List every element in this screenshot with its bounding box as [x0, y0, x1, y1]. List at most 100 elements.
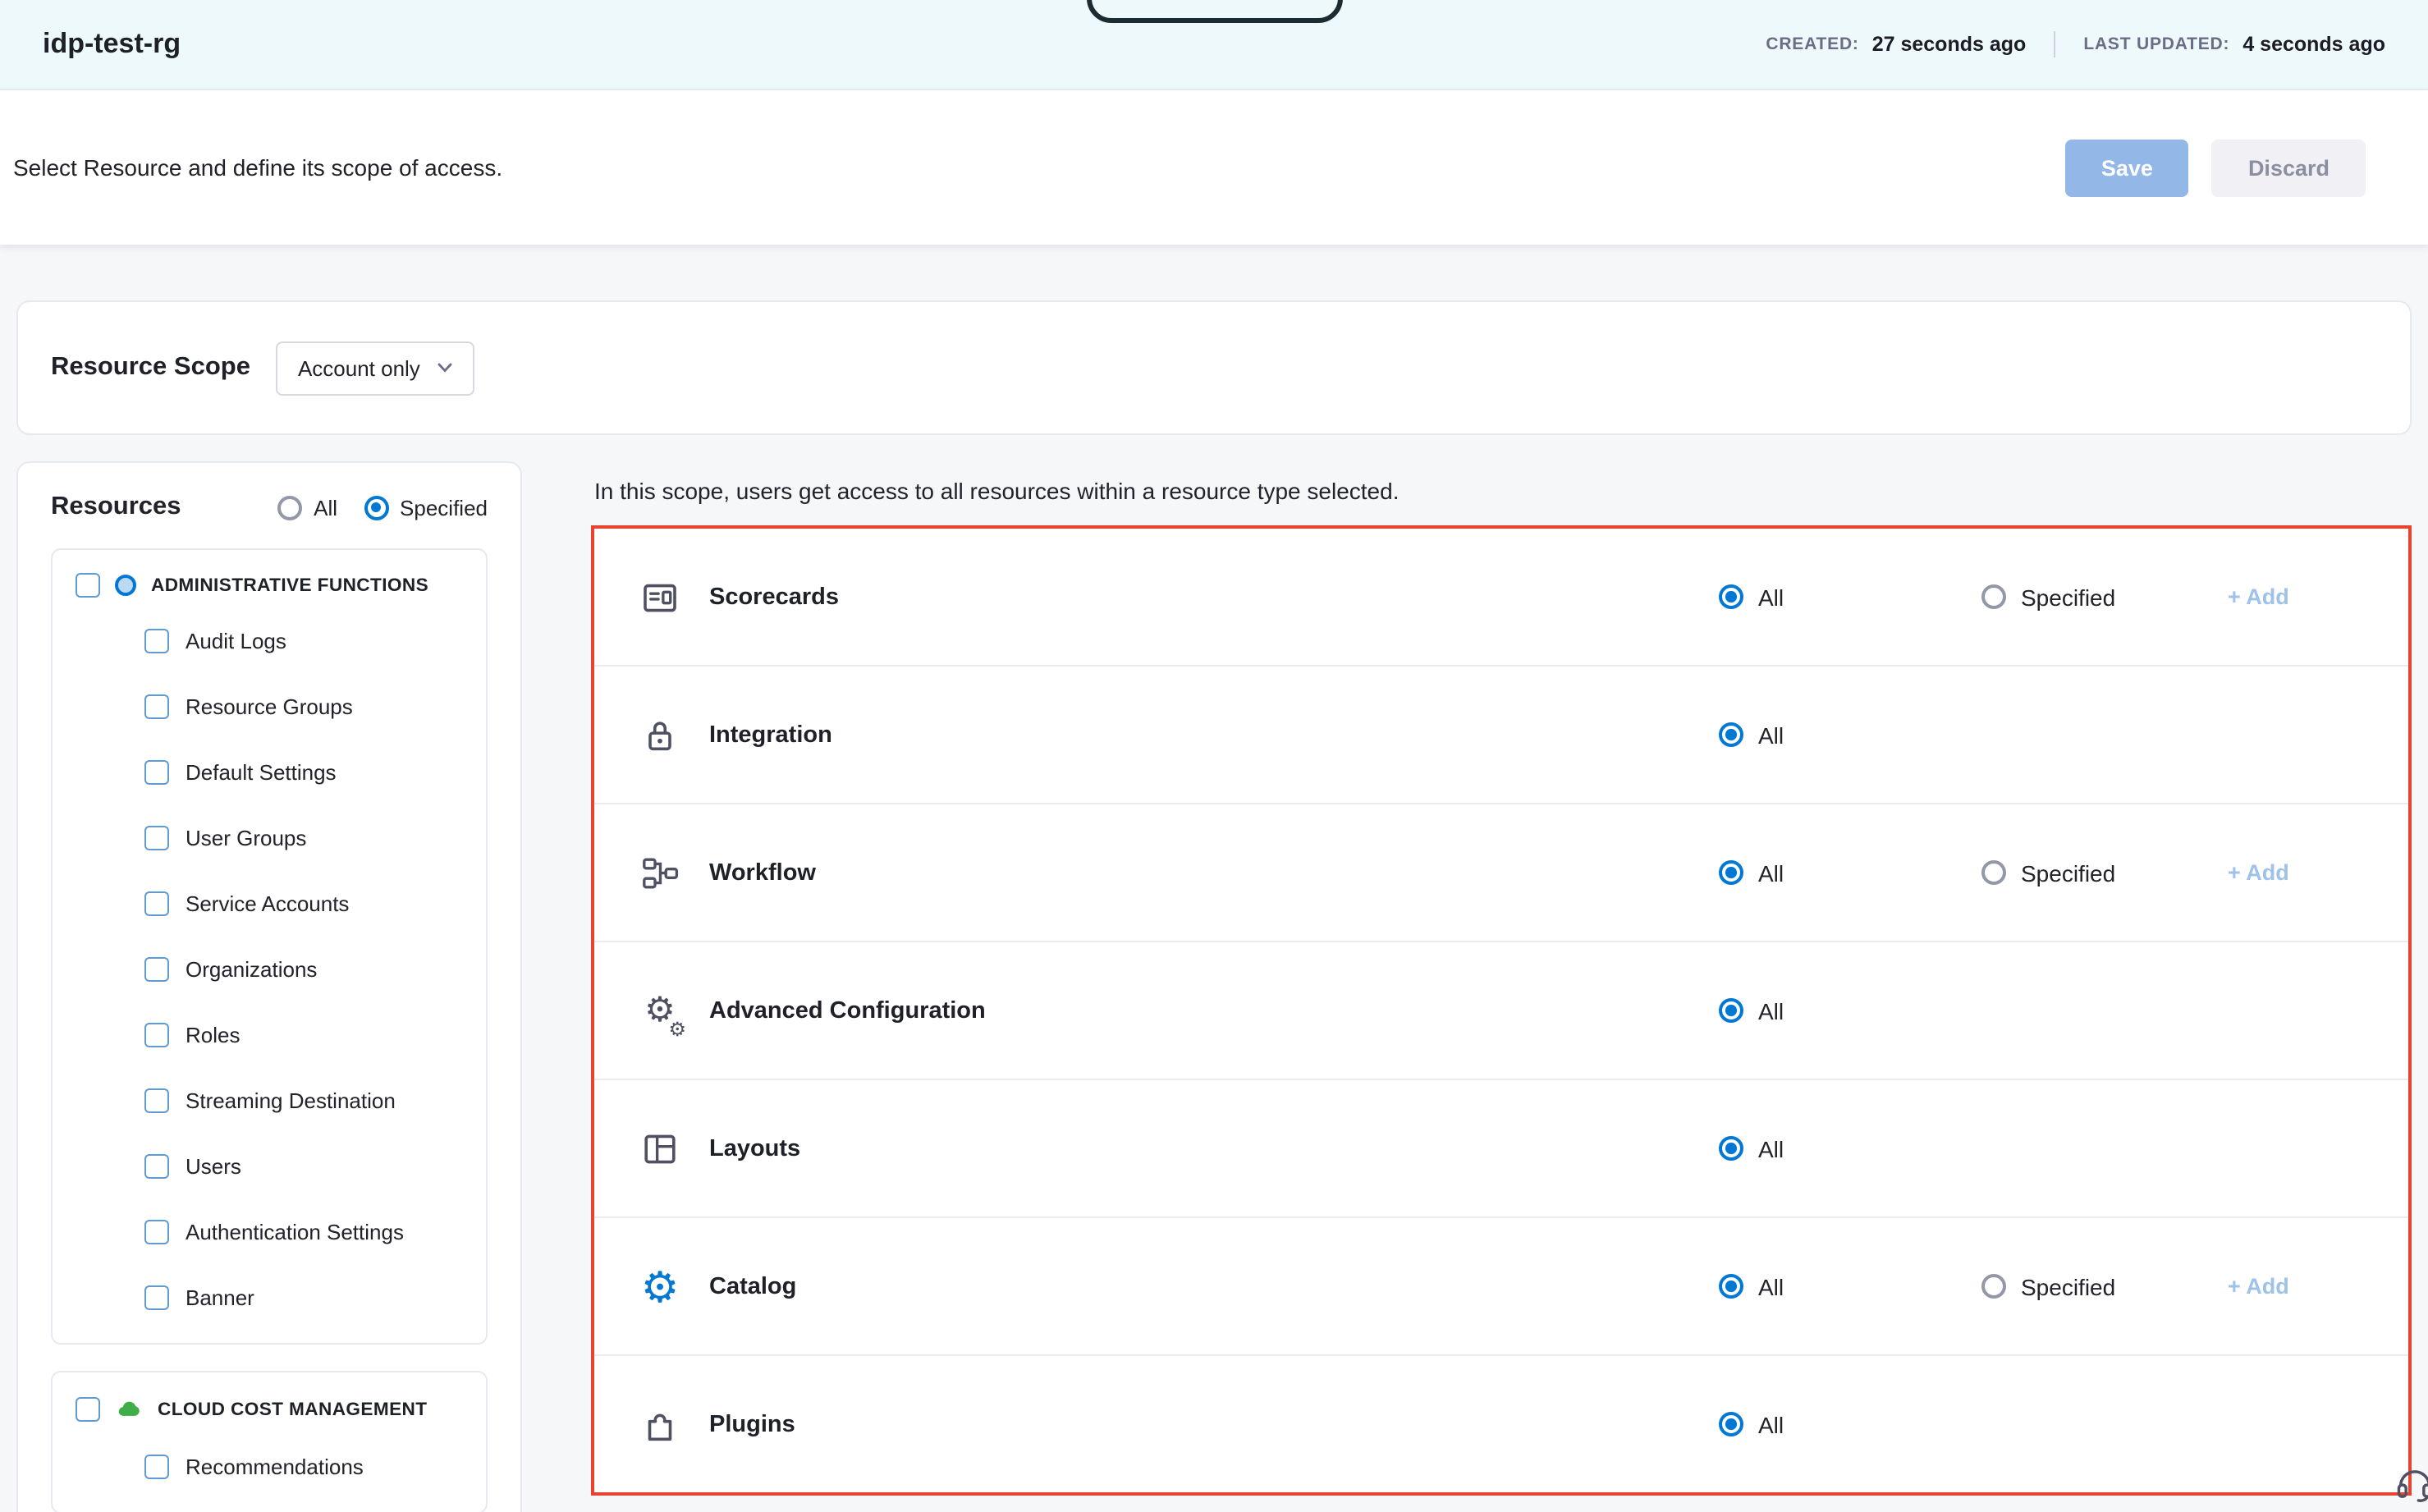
specified-label: Specified [2021, 1273, 2115, 1299]
add-button[interactable]: + Add [2228, 1274, 2289, 1299]
resource-item-label: Users [186, 1153, 241, 1178]
checkbox[interactable] [144, 694, 169, 718]
scope-dropdown[interactable]: Account only [277, 341, 474, 395]
discard-button[interactable]: Discard [2212, 139, 2366, 196]
specified-label: Specified [2021, 859, 2115, 886]
resource-name: Layouts [709, 1135, 1719, 1161]
resource-item-streaming-destination[interactable]: Streaming Destination [53, 1067, 486, 1133]
group-checkbox[interactable] [76, 1397, 100, 1422]
resource-item-user-groups[interactable]: User Groups [53, 804, 486, 870]
cloud-cost-icon [115, 1395, 143, 1423]
all-label: All [1758, 1135, 1784, 1161]
all-radio[interactable] [1719, 1136, 1743, 1161]
workflow-icon [637, 850, 683, 896]
resource-name: Catalog [709, 1273, 1719, 1299]
specified-radio[interactable] [1981, 860, 2006, 885]
created-label: CREATED: [1766, 34, 1858, 54]
all-radio[interactable] [1719, 1274, 1743, 1299]
administrative-functions-icon [115, 575, 136, 596]
catalog-gear-icon: ⚙ [637, 1263, 683, 1309]
resource-name: Integration [709, 722, 1719, 748]
resource-row-catalog: ⚙ Catalog All Specified + Add [594, 1218, 2408, 1356]
checkbox[interactable] [144, 956, 169, 981]
scope-detail: In this scope, users get access to all r… [591, 461, 2412, 1496]
add-button[interactable]: + Add [2228, 860, 2289, 885]
group-header[interactable]: ADMINISTRATIVE FUNCTIONS [53, 573, 486, 607]
resources-specified-option[interactable]: Specified [364, 495, 488, 520]
specified-radio-label: Specified [400, 495, 488, 520]
all-label: All [1758, 1411, 1784, 1437]
resource-item-label: Resource Groups [186, 694, 353, 718]
all-label: All [1758, 859, 1784, 886]
resource-item-label: Recommendations [186, 1454, 364, 1478]
resource-item-service-accounts[interactable]: Service Accounts [53, 870, 486, 936]
checkbox[interactable] [144, 1219, 169, 1244]
all-radio[interactable] [1719, 1412, 1743, 1436]
gear-icon: ⚙ [641, 1265, 680, 1308]
all-radio[interactable] [1719, 584, 1743, 609]
resource-row-advanced-configuration: ⚙ ⚙ Advanced Configuration All [594, 942, 2408, 1080]
checkbox[interactable] [144, 825, 169, 850]
resource-item-resource-groups[interactable]: Resource Groups [53, 673, 486, 739]
all-radio[interactable] [277, 495, 302, 520]
resource-item-label: Audit Logs [186, 628, 286, 653]
notification-pill [1086, 0, 1342, 23]
all-radio-label: All [314, 495, 337, 520]
content-area: Resources All Specified ADMINISTRATIVE F… [16, 461, 2412, 1512]
resource-name: Scorecards [709, 584, 1719, 610]
integration-lock-icon [637, 712, 683, 758]
resource-item-default-settings[interactable]: Default Settings [53, 739, 486, 804]
checkbox[interactable] [144, 1153, 169, 1178]
resource-group-administrative-functions: ADMINISTRATIVE FUNCTIONS Audit Logs Reso… [51, 548, 488, 1345]
resource-item-authentication-settings[interactable]: Authentication Settings [53, 1198, 486, 1264]
group-label: CLOUD COST MANAGEMENT [158, 1400, 427, 1419]
group-checkbox[interactable] [76, 573, 100, 598]
toolbar-description: Select Resource and define its scope of … [13, 154, 502, 181]
resource-item-organizations[interactable]: Organizations [53, 936, 486, 1001]
checkbox[interactable] [144, 1088, 169, 1112]
checkbox[interactable] [144, 891, 169, 915]
layouts-icon [637, 1125, 683, 1171]
divider [2054, 31, 2055, 57]
checkbox[interactable] [144, 759, 169, 784]
resource-group-cloud-cost-management: CLOUD COST MANAGEMENT Recommendations [51, 1371, 488, 1512]
resource-item-label: Default Settings [186, 759, 337, 784]
app-window: idp-test-rg CREATED: 27 seconds ago LAST… [0, 0, 2428, 1512]
all-radio[interactable] [1719, 860, 1743, 885]
add-button[interactable]: + Add [2228, 584, 2289, 609]
save-button[interactable]: Save [2065, 139, 2189, 196]
resource-item-users[interactable]: Users [53, 1133, 486, 1198]
resource-name: Advanced Configuration [709, 997, 1719, 1024]
resource-item-label: Authentication Settings [186, 1219, 404, 1244]
created-value: 27 seconds ago [1872, 33, 2027, 56]
specified-radio[interactable] [1981, 1274, 2006, 1299]
chevron-down-icon [437, 360, 453, 376]
resource-item-roles[interactable]: Roles [53, 1001, 486, 1067]
timestamps: CREATED: 27 seconds ago LAST UPDATED: 4 … [1766, 31, 2385, 57]
last-updated-value: 4 seconds ago [2242, 33, 2385, 56]
resources-panel-header: Resources All Specified [18, 463, 520, 538]
all-label: All [1758, 584, 1784, 610]
checkbox[interactable] [144, 1022, 169, 1047]
all-radio[interactable] [1719, 998, 1743, 1023]
checkbox[interactable] [144, 1454, 169, 1478]
all-label: All [1758, 997, 1784, 1024]
resource-scope-label: Resource Scope [51, 353, 250, 383]
resource-name: Plugins [709, 1411, 1719, 1437]
specified-label: Specified [2021, 584, 2115, 610]
all-radio[interactable] [1719, 722, 1743, 747]
checkbox[interactable] [144, 1285, 169, 1309]
scorecards-icon [637, 574, 683, 620]
resource-item-banner[interactable]: Banner [53, 1264, 486, 1330]
resource-item-recommendations[interactable]: Recommendations [53, 1433, 486, 1499]
specified-radio[interactable] [364, 495, 388, 520]
resource-item-label: Roles [186, 1022, 241, 1047]
group-header[interactable]: CLOUD COST MANAGEMENT [53, 1395, 486, 1433]
resources-all-option[interactable]: All [277, 495, 337, 520]
support-headset-icon[interactable] [2394, 1463, 2428, 1505]
specified-radio[interactable] [1981, 584, 2006, 609]
resource-item-label: Banner [186, 1285, 254, 1309]
resource-item-audit-logs[interactable]: Audit Logs [53, 607, 486, 673]
scope-description: In this scope, users get access to all r… [594, 478, 2412, 504]
checkbox[interactable] [144, 628, 169, 653]
